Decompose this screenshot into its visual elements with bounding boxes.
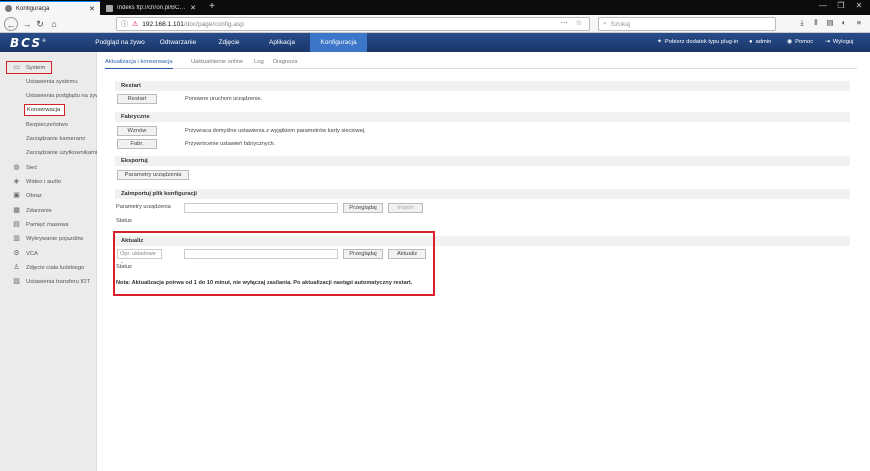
sidebar-item-pamiec[interactable]: ▤ Pamięć masowa bbox=[11, 218, 68, 231]
update-highlight-box bbox=[113, 231, 435, 296]
library-icon[interactable]: ⫴ bbox=[810, 18, 822, 28]
sidebar-item-obraz[interactable]: ▣ Obraz bbox=[11, 189, 42, 202]
nav-aplikacja[interactable]: Aplikacja bbox=[254, 33, 310, 52]
user-menu[interactable]: ● admin bbox=[749, 33, 771, 52]
factory-default-button[interactable]: Fabr. bbox=[117, 139, 157, 149]
tab-label: Indeks ftp://chron.pl/BCS/FIRM bbox=[117, 5, 187, 11]
sidebar-item-ustawienia-podgladu[interactable]: Ustawienia podglądu na żywo bbox=[26, 90, 103, 103]
export-parameters-button[interactable]: Parametry urządzenia bbox=[117, 170, 189, 180]
calendar-icon: ▦ bbox=[13, 207, 20, 214]
nav-konfiguracja[interactable]: Konfiguracja bbox=[310, 33, 367, 52]
section-export-title: Eksportuj bbox=[115, 156, 850, 166]
browser-tab-bar: Konfiguracja ✕ Indeks ftp://chron.pl/BCS… bbox=[0, 0, 870, 15]
bcs-logo: BCS® bbox=[10, 36, 49, 50]
browser-nav-bar: ← → ↻ ⌂ ⓘ ⚠ 192.168.1.101 /doc/page/conf… bbox=[0, 15, 870, 33]
download-plugin-link[interactable]: ✦ Pobierz dodatek typu plug-in bbox=[657, 33, 738, 52]
sidebar: ▭ System Ustawienia systemu Ustawienia po… bbox=[0, 52, 103, 471]
tab-label: Konfiguracja bbox=[16, 5, 50, 12]
extension-icon[interactable]: ◐ bbox=[838, 18, 850, 27]
restart-button[interactable]: Restart bbox=[117, 94, 157, 104]
section-import-title: Zaimportuj plik konfiguracji bbox=[115, 189, 850, 199]
main-content: Aktualizacja i konserwacja Uaktualnienie… bbox=[97, 52, 870, 471]
sidebar-item-iot[interactable]: ▨ Ustawienia transferu IOT bbox=[11, 275, 90, 288]
insecure-icon[interactable]: ⚠ bbox=[132, 20, 138, 28]
sidebar-item-system[interactable]: ▭ System bbox=[11, 61, 45, 74]
sidebar-item-ustawienia-systemu[interactable]: Ustawienia systemu bbox=[26, 76, 78, 89]
storage-icon: ▤ bbox=[13, 221, 20, 228]
search-placeholder: Szukaj bbox=[610, 20, 631, 28]
section-factory-title: Fabryczne bbox=[115, 112, 850, 122]
browser-search-input[interactable]: ⌕ Szukaj bbox=[598, 17, 776, 31]
sidebar-icon[interactable]: ▤ bbox=[824, 18, 836, 27]
url-path: /doc/page/config.asp bbox=[183, 20, 244, 28]
tab-konfiguracja[interactable]: Konfiguracja ✕ bbox=[0, 1, 100, 15]
factory-default-description: Przywrócenie ustawień fabrycznych. bbox=[185, 141, 276, 147]
video-audio-icon: ◈ bbox=[13, 178, 20, 185]
logout-icon: ⇥ bbox=[825, 39, 830, 45]
subtabs: Aktualizacja i konserwacja Uaktualnienie… bbox=[105, 56, 857, 69]
info-icon[interactable]: ⓘ bbox=[121, 19, 128, 29]
sidebar-item-zdjecie-ciala[interactable]: ♙ Zdjęcie ciała ludzkiego bbox=[11, 261, 84, 274]
menu-icon[interactable]: ≡ bbox=[853, 18, 865, 27]
subtab-online[interactable]: Uaktualnienie online bbox=[191, 56, 243, 69]
sidebar-item-zdarzenie[interactable]: ▦ Zdarzenie bbox=[11, 204, 52, 217]
subtab-diagnoza[interactable]: Diagnoza bbox=[273, 56, 298, 69]
import-button[interactable]: Import bbox=[388, 203, 423, 213]
page-actions-icon[interactable]: ⋯ ☆ bbox=[561, 19, 585, 27]
reload-button[interactable]: ↻ bbox=[33, 17, 47, 31]
sidebar-item-siec[interactable]: ◍ Sieć bbox=[11, 161, 37, 174]
help-icon: ◉ bbox=[787, 39, 793, 45]
sidebar-item-konserwacja[interactable]: Konserwacja bbox=[27, 104, 60, 117]
sidebar-item-wideo-audio[interactable]: ◈ Wideo i audio bbox=[11, 175, 61, 188]
sidebar-item-zarzadzanie-kamerami[interactable]: Zarządzanie kamerami bbox=[26, 133, 85, 146]
import-file-input[interactable] bbox=[184, 203, 338, 213]
vehicle-icon: ▥ bbox=[13, 235, 20, 242]
nav-odtwarzanie[interactable]: Odtwarzanie bbox=[152, 33, 204, 52]
folder-favicon-icon bbox=[106, 4, 113, 12]
import-browse-button[interactable]: Przeglądaj bbox=[343, 203, 383, 213]
minimize-button[interactable]: — bbox=[816, 1, 830, 10]
url-bar[interactable]: ⓘ ⚠ 192.168.1.101 /doc/page/config.asp ⋯… bbox=[116, 17, 590, 31]
new-tab-button[interactable]: + bbox=[205, 1, 219, 14]
close-window-button[interactable]: ✕ bbox=[852, 1, 866, 10]
restart-description: Ponowne uruchom urządzenie. bbox=[185, 96, 263, 102]
vca-icon: ⚙ bbox=[13, 250, 20, 257]
help-link[interactable]: ◉ Pomoc bbox=[787, 33, 813, 52]
search-icon: ⌕ bbox=[603, 20, 607, 27]
close-tab-icon[interactable]: ✕ bbox=[89, 5, 95, 13]
nav-podglad[interactable]: Podgląd na żywo bbox=[88, 33, 152, 52]
body-icon: ♙ bbox=[13, 264, 20, 271]
home-button[interactable]: ⌂ bbox=[47, 17, 61, 31]
import-status: Status bbox=[116, 218, 132, 224]
back-button[interactable]: ← bbox=[4, 17, 18, 31]
app-header: BCS® Podgląd na żywo Odtwarzanie Zdjęcie… bbox=[0, 33, 870, 52]
section-restart-title: Restart bbox=[115, 81, 850, 91]
logout-link[interactable]: ⇥ Wyloguj bbox=[825, 33, 853, 52]
iot-icon: ▨ bbox=[13, 278, 20, 285]
restore-description: Przywraca domyślne ustawienia z wyjątkie… bbox=[185, 128, 366, 134]
sidebar-item-bezpieczenstwo[interactable]: Bezpieczeństwo bbox=[26, 119, 68, 132]
puzzle-icon: ✦ bbox=[657, 39, 662, 45]
maximize-button[interactable]: ❐ bbox=[834, 1, 848, 10]
monitor-icon: ▭ bbox=[13, 64, 20, 71]
nav-zdjecie[interactable]: Zdjęcie bbox=[204, 33, 254, 52]
subtab-aktualizacja[interactable]: Aktualizacja i konserwacja bbox=[105, 56, 173, 69]
sidebar-item-vca[interactable]: ⚙ VCA bbox=[11, 247, 38, 260]
downloads-icon[interactable]: ⤓ bbox=[796, 18, 808, 28]
sidebar-item-wykrywanie[interactable]: ▥ Wykrywanie pojazdów bbox=[11, 232, 83, 245]
forward-button[interactable]: → bbox=[20, 17, 34, 31]
globe-icon: ◍ bbox=[13, 164, 20, 171]
import-label: Parametry urządzenia bbox=[116, 204, 171, 210]
sidebar-item-zarzadzanie-uzytkownikami[interactable]: Zarządzanie użytkownikami bbox=[26, 147, 97, 160]
restore-button[interactable]: Wznów bbox=[117, 126, 157, 136]
page-favicon-icon bbox=[5, 5, 12, 12]
image-icon: ▣ bbox=[13, 192, 20, 199]
url-host: 192.168.1.101 bbox=[142, 20, 184, 28]
tab-ftp-index[interactable]: Indeks ftp://chron.pl/BCS/FIRM ✕ bbox=[101, 1, 201, 15]
subtab-log[interactable]: Log bbox=[254, 56, 264, 69]
user-icon: ● bbox=[749, 39, 753, 45]
close-tab-icon[interactable]: ✕ bbox=[190, 4, 196, 12]
